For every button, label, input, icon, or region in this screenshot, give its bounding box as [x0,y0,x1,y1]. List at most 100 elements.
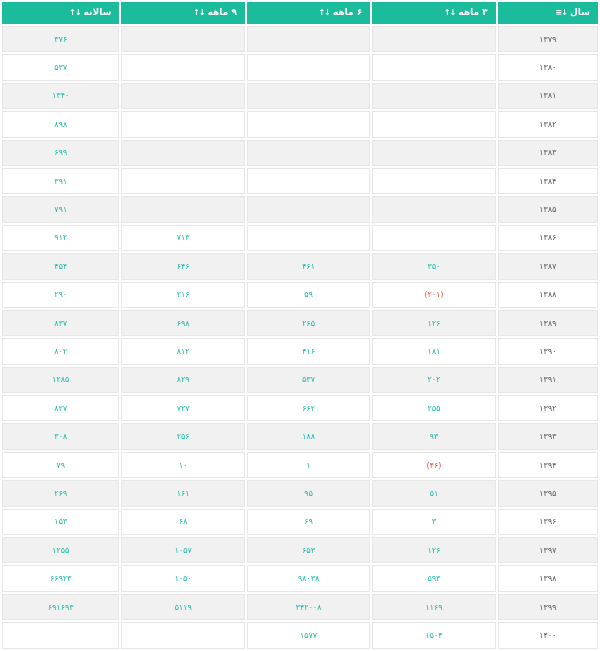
cell-year: ۱۳۹۶ [497,508,598,536]
cell-6-month [246,196,371,223]
column-header-9-month[interactable]: ۹ ماهه ↓↑ [121,2,245,24]
cell-year: ۱۳۹۸ [497,565,598,592]
cell-6-month [246,26,371,53]
cell-year: ۱۳۹۵ [497,480,598,507]
table-row: ۱۳۸۳ ۶۹۹ [2,139,598,166]
cell-6-month: ۹۸۰۳۸ [246,565,371,592]
cell-3-month [372,196,496,223]
cell-3-month: ۹۳ [372,423,496,450]
cell-annual: ۷۹ [2,451,120,479]
cell-3-month: ۱۸۱ [372,338,496,365]
cell-annual: ۳۷۶ [2,26,120,53]
cell-year: ۱۳۸۲ [497,111,598,138]
cell-6-month: ۱۸۸ [246,423,371,450]
cell-3-month [372,26,496,53]
cell-9-month: ۱۶۱ [121,480,245,507]
cell-6-month [246,167,371,195]
cell-annual: ۲۶۹ [2,480,120,507]
column-header-year[interactable]: سال ↓≡ [497,2,598,24]
cell-9-month [121,622,245,649]
cell-9-month: ۸۱۲ [121,338,245,365]
cell-3-month: ۲۵۵ [372,395,496,422]
cell-annual: ۳۹۱ [2,167,120,195]
cell-9-month [121,54,245,81]
cell-9-month: ۷۲۷ [121,395,245,422]
table-row: ۱۳۸۵ ۷۹۱ [2,196,598,223]
table-row: ۱۳۸۶ ۷۱۳ ۹۱۲ [2,224,598,252]
table-row: ۱۳۸۹ ۱۲۶ ۲۶۵ ۶۹۸ ۸۳۷ [2,309,598,337]
table-row: ۱۳۸۸ (۲۰۱) ۵۹ ۲۱۶ ۲۹۰ [2,281,598,308]
cell-year: ۱۳۸۸ [497,281,598,308]
cell-6-month: ۶۵۳ [246,537,371,564]
cell-annual: ۶۹۹ [2,139,120,166]
cell-3-month: ۲۰۲ [372,366,496,394]
table-row: ۱۳۸۷ ۳۵۰ ۴۶۱ ۶۴۶ ۴۵۴ [2,253,598,280]
cell-9-month: ۲۵۶ [121,423,245,450]
cell-3-month [372,167,496,195]
cell-annual: ۹۱۲ [2,224,120,252]
cell-year: ۱۳۸۵ [497,196,598,223]
cell-3-month: ۳ [372,508,496,536]
cell-9-month [121,139,245,166]
column-header-annual-label: سالانه [83,8,112,18]
table-row: ۱۳۹۳ ۹۳ ۱۸۸ ۲۵۶ ۳۰۸ [2,423,598,450]
cell-9-month [121,196,245,223]
data-table-container: سال ↓≡ ۳ ماهه ↓↑ ۶ ماهه ↓↑ ۹ ماهه ↓↑ سال… [0,0,600,649]
cell-9-month: ۱۰۵۷ [121,537,245,564]
cell-year: ۱۳۹۰ [497,338,598,365]
column-header-annual[interactable]: سالانه ↓↑ [2,2,120,24]
cell-9-month: ۲۱۶ [121,281,245,308]
cell-6-month [246,224,371,252]
cell-3-month [372,139,496,166]
cell-9-month: ۶۹۸ [121,309,245,337]
cell-6-month: ۴۱۶ [246,338,371,365]
cell-6-month: ۴۶۱ [246,253,371,280]
column-header-3-month-label: ۳ ماهه [458,8,488,18]
column-header-3-month[interactable]: ۳ ماهه ↓↑ [372,2,496,24]
cell-year: ۱۳۹۳ [497,423,598,450]
cell-annual: ۱۵۳ [2,508,120,536]
cell-6-month [246,111,371,138]
cell-3-month: (۴۶) [372,451,496,479]
cell-3-month: ۱۲۶ [372,537,496,564]
cell-6-month: ۵۳۷ [246,366,371,394]
cell-annual: ۸۹۸ [2,111,120,138]
cell-year: ۱۳۹۲ [497,395,598,422]
cell-annual: ۸۰۲ [2,338,120,365]
cell-3-month: ۵۱ [372,480,496,507]
cell-year: ۱۳۹۷ [497,537,598,564]
cell-6-month [246,82,371,110]
cell-3-month: ۱۲۶ [372,309,496,337]
cell-6-month: ۱۵۷۷ [246,622,371,649]
table-row: ۱۳۹۸ ۵۹۳ ۹۸۰۳۸ ۱۰۵۰ ۶۶۹۲۳ [2,565,598,592]
cell-year: ۱۳۸۳ [497,139,598,166]
cell-year: ۱۳۸۴ [497,167,598,195]
cell-annual: ۸۳۷ [2,309,120,337]
cell-year: ۱۳۸۱ [497,82,598,110]
cell-9-month: ۷۱۳ [121,224,245,252]
column-header-6-month-label: ۶ ماهه [332,8,363,18]
cell-3-month [372,224,496,252]
column-header-6-month[interactable]: ۶ ماهه ↓↑ [246,2,371,24]
table-row: ۱۳۹۵ ۵۱ ۹۵ ۱۶۱ ۲۶۹ [2,480,598,507]
table-row: ۱۳۸۱ ۱۳۴۰ [2,82,598,110]
sort-icon: ↓↑ [69,8,81,17]
cell-3-month: ۱۱۶۹ [372,593,496,621]
cell-3-month: ۵۹۳ [372,565,496,592]
table-row: ۱۳۸۲ ۸۹۸ [2,111,598,138]
cell-6-month: ۶۹ [246,508,371,536]
table-row: ۱۳۹۲ ۲۵۵ ۶۶۲ ۷۲۷ ۸۲۷ [2,395,598,422]
cell-annual: ۱۲۸۵ [2,366,120,394]
column-header-9-month-label: ۹ ماهه [207,8,237,18]
cell-year: ۱۳۸۰ [497,54,598,81]
cell-annual: ۶۹۱۶۹۳ [2,593,120,621]
sort-icon: ↓↑ [443,8,456,17]
cell-annual: ۲۹۰ [2,281,120,308]
cell-annual: ۴۵۴ [2,253,120,280]
table-row: ۱۳۹۷ ۱۲۶ ۶۵۳ ۱۰۵۷ ۱۲۵۵ [2,537,598,564]
cell-6-month: ۵۹ [246,281,371,308]
cell-year: ۱۳۹۹ [497,593,598,621]
table-row: ۱۳۹۴ (۴۶) ۱ ۱۰ ۷۹ [2,451,598,479]
cell-6-month [246,54,371,81]
cell-6-month: ۲۶۵ [246,309,371,337]
